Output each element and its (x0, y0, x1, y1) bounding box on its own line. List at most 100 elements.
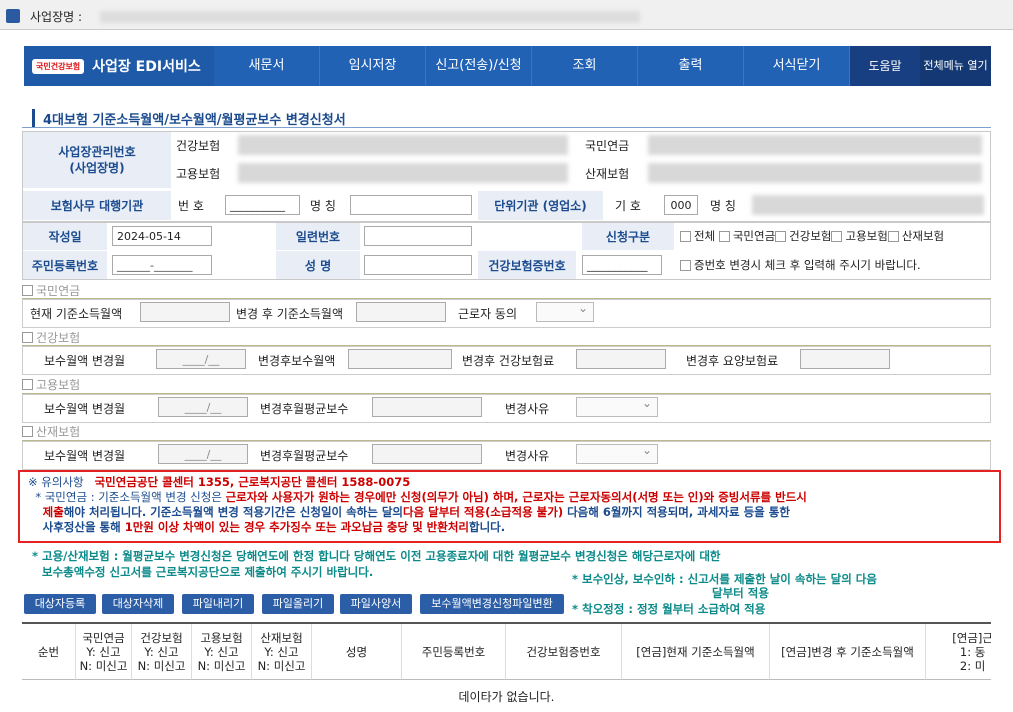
col-header-hic[interactable]: 건강보험증번호 (506, 624, 622, 680)
pension-section-checkbox[interactable] (22, 284, 33, 296)
health-ltc-input[interactable] (800, 349, 890, 369)
type-all-label: 전체 (694, 229, 716, 243)
pension-after-input[interactable] (356, 302, 446, 322)
col-header-rrn[interactable]: 주민등록번호 (402, 624, 506, 680)
col-header-employment[interactable]: 고용보험 Y: 신고 N: 미신고 (192, 624, 252, 680)
col-header-health[interactable]: 건강보험 Y: 신고 N: 미신고 (132, 624, 192, 680)
pension-consent-select[interactable] (536, 301, 594, 322)
notice-head: ※ 유의사항 (28, 475, 84, 489)
info-raise-line2: 달부터 적용 (712, 586, 769, 600)
health-ltc-label: 변경후 요양보험료 (686, 353, 779, 368)
page-title: 4대보험 기준소득월액/보수월액/월평균보수 변경신청서 (32, 109, 346, 128)
info-error-line: * 착오정정 : 정정 월부터 소급하여 적용 (572, 602, 766, 616)
col-header-pension-current[interactable]: [연금]현재 기준소득월액 (622, 624, 770, 680)
notice-text: 1만원 이상 차액이 있는 경우 추가징수 또는 과오납금 충당 및 반환처리 (124, 520, 469, 534)
employment-label: 고용보험 (176, 166, 221, 181)
service-name: 사업장 EDI서비스 (92, 59, 201, 75)
notice-text: * 국민연금 : 기준소득월액 변경 신청은 (35, 490, 226, 504)
col-header-industrial[interactable]: 산재보험 Y: 신고 N: 미신고 (252, 624, 312, 680)
info-emp-line1: * 고용/산재보험 : 월평균보수 변경신청은 당해연도에 한정 합니다 당해연… (32, 549, 721, 563)
type-employment-checkbox[interactable] (831, 230, 843, 242)
pension-consent-label: 근로자 동의 (458, 306, 518, 321)
help-button[interactable]: 도움말 (850, 46, 920, 86)
col-header-pension-consent[interactable]: [연금]근 1: 동 2: 미 (926, 624, 991, 680)
download-file-button[interactable]: 파일내리기 (182, 594, 254, 614)
unit-name-label: 명 칭 (710, 198, 736, 213)
hic-label: 건강보험증번호 (478, 251, 576, 279)
window-title: 사업장명 : (30, 10, 83, 24)
notice-text: 근로자와 사용자가 원하는 경우에만 신청(의무가 아님) 하며, 근로자는 근… (225, 490, 807, 504)
pension-mgmt-redacted (648, 135, 982, 155)
app-icon (6, 9, 20, 23)
hic-change-checkbox[interactable] (680, 259, 691, 271)
industrial-reason-label: 변경사유 (505, 448, 550, 463)
col-header-pension-after[interactable]: [연금]변경 후 기준소득월액 (770, 624, 926, 680)
date-label: 작성일 (23, 223, 107, 250)
file-spec-button[interactable]: 파일사양서 (340, 594, 412, 614)
section-employment-label: 고용보험 (36, 377, 81, 392)
hic-input[interactable]: ___________ (582, 255, 662, 275)
name-input[interactable] (364, 255, 472, 275)
hic-note: 증번호 변경시 체크 후 입력해 주시기 바랍니다. (680, 255, 921, 275)
type-health-label: 건강보험 (789, 229, 832, 243)
data-grid: 순번 국민연금 Y: 신고 N: 미신고 건강보험 Y: 신고 N: 미신고 고… (22, 622, 991, 712)
industrial-month-input[interactable]: ____/__ (158, 444, 248, 464)
col-header-seq[interactable]: 순번 (22, 624, 76, 680)
nav-close-form[interactable]: 서식닫기 (744, 46, 850, 86)
delete-target-button[interactable]: 대상자삭제 (102, 594, 174, 614)
industrial-reason-select[interactable] (576, 443, 658, 464)
industrial-section-checkbox[interactable] (22, 425, 33, 437)
employment-avg-input[interactable] (372, 397, 482, 417)
col-header-name[interactable]: 성명 (312, 624, 402, 680)
notice-callcenter: 국민연금공단 콜센터 1355, 근로복지공단 콜센터 1588-0075 (94, 475, 411, 489)
health-mgmt-redacted (238, 135, 568, 155)
register-target-button[interactable]: 대상자등록 (24, 594, 96, 614)
employment-reason-label: 변경사유 (505, 401, 550, 416)
nav-submit[interactable]: 신고(전송)/신청 (426, 46, 532, 86)
type-pension-checkbox[interactable] (718, 230, 730, 242)
type-health-checkbox[interactable] (775, 230, 787, 242)
health-salary-input[interactable] (348, 349, 452, 369)
unit-code-input[interactable]: 000 (664, 195, 698, 215)
all-menu-button[interactable]: 전체메뉴 열기 (920, 46, 991, 86)
rrn-input[interactable]: ______-_______ (112, 255, 212, 275)
info-raise-line1: * 보수인상, 보수인하 : 신고서를 제출한 날이 속하는 달의 다음 (572, 572, 877, 586)
nhis-logo: 국민건강보험 (32, 58, 85, 74)
health-month-input[interactable]: ____/__ (156, 349, 246, 369)
hic-note-text: 증번호 변경시 체크 후 입력해 주시기 바랍니다. (694, 258, 921, 272)
industrial-avg-input[interactable] (372, 444, 482, 464)
convert-file-button[interactable]: 보수월액변경신청파일변환 (420, 594, 564, 614)
notice-line-3: 사후정산을 통해 1만원 이상 차액이 있는 경우 추가징수 또는 과오납금 충… (28, 520, 991, 535)
notice-text: 다음 달부터 적용(소급적용 불가) (403, 505, 564, 519)
nav-new-document[interactable]: 새문서 (214, 46, 320, 86)
brand[interactable]: 국민건강보험 사업장 EDI서비스 (24, 46, 214, 86)
pension-cur-input[interactable] (140, 302, 230, 322)
agency-number-input[interactable]: __________ (225, 195, 300, 215)
nav-temp-save[interactable]: 임시저장 (320, 46, 426, 86)
notice-line-1: * 국민연금 : 기준소득월액 변경 신청은 근로자와 사용자가 원하는 경우에… (28, 490, 991, 505)
health-section-checkbox[interactable] (22, 331, 33, 343)
type-all-checkbox[interactable] (680, 230, 691, 242)
upload-file-button[interactable]: 파일올리기 (262, 594, 334, 614)
type-options: 전체 국민연금 건강보험 고용보험 산재보험 (680, 227, 944, 245)
type-label: 신청구분 (582, 223, 674, 250)
employment-month-input[interactable]: ____/__ (158, 397, 248, 417)
date-input[interactable]: 2024-05-14 (112, 226, 212, 246)
notice-text: 합니다. (468, 520, 506, 534)
employment-reason-select[interactable] (576, 396, 658, 417)
industrial-month-label: 보수월액 변경월 (44, 448, 126, 463)
section-pension-title: 국민연금 (22, 281, 991, 299)
pension-cur-label: 현재 기준소득월액 (30, 306, 123, 321)
type-pension-label: 국민연금 (732, 229, 776, 243)
agency-name-input[interactable] (350, 195, 472, 215)
nav-inquiry[interactable]: 조회 (532, 46, 638, 86)
nav-print[interactable]: 출력 (638, 46, 744, 86)
unit-label: 단위기관 (영업소) (478, 191, 603, 220)
col-header-pension[interactable]: 국민연금 Y: 신고 N: 미신고 (76, 624, 132, 680)
agency-number-label: 번 호 (178, 198, 204, 213)
serial-input[interactable] (364, 226, 472, 246)
employment-section-checkbox[interactable] (22, 378, 33, 390)
industrial-mgmt-redacted (648, 163, 982, 183)
health-premium-input[interactable] (576, 349, 666, 369)
type-industrial-checkbox[interactable] (887, 230, 899, 242)
